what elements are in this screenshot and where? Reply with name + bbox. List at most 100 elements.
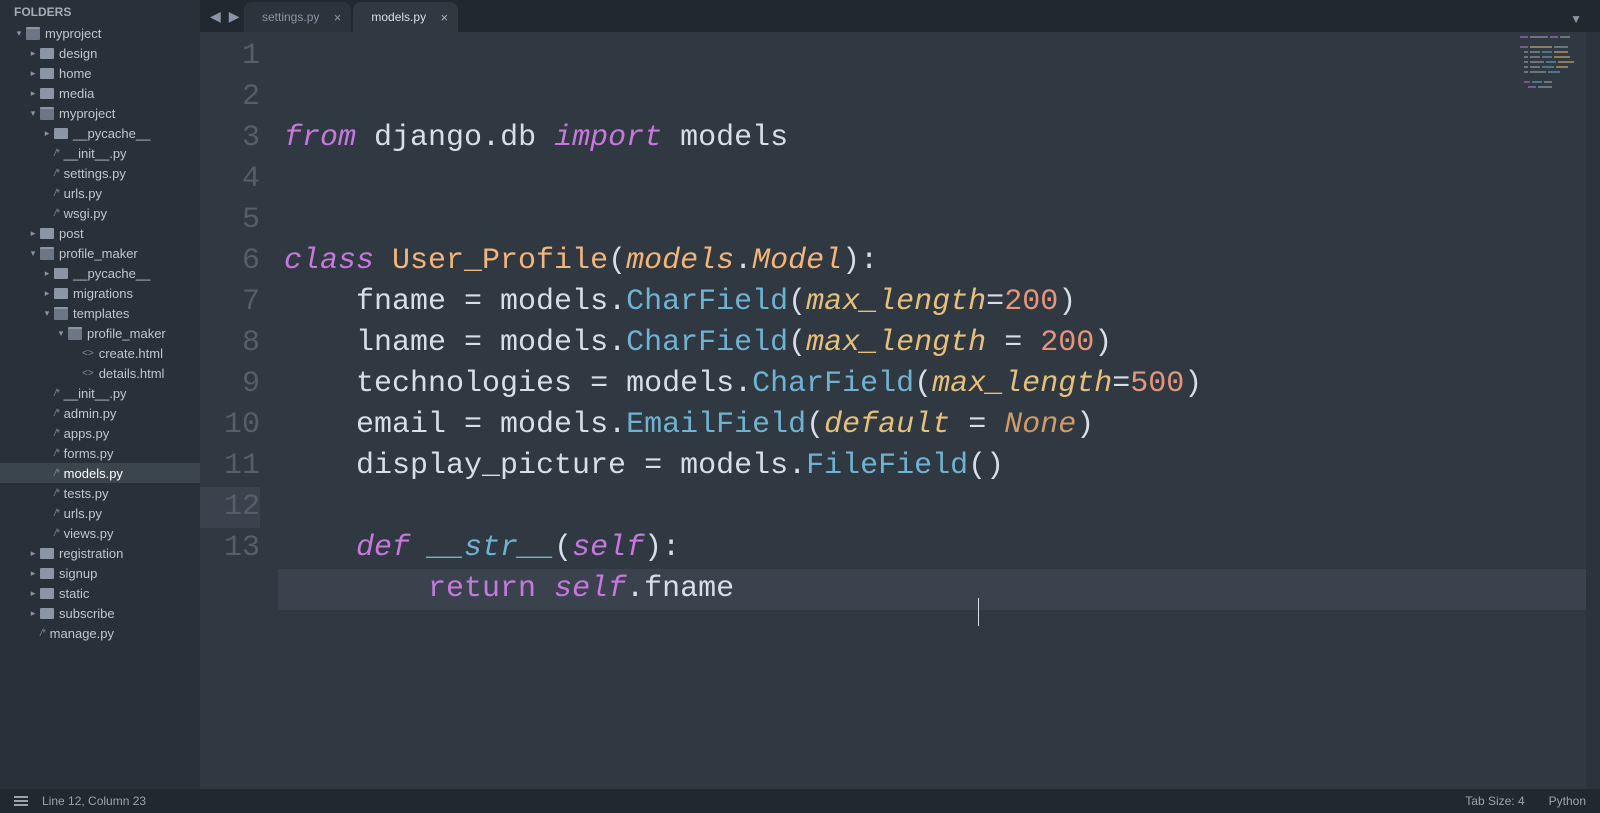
code-line[interactable]: def __str__(self):	[278, 528, 1586, 569]
tree-item---init---py[interactable]: /*__init__.py	[0, 143, 200, 163]
tree-item-profile-maker[interactable]: ▾profile_maker	[0, 323, 200, 343]
line-number[interactable]: 7	[200, 282, 260, 323]
vertical-scrollbar[interactable]	[1586, 32, 1600, 789]
tree-item-create-html[interactable]: <>create.html	[0, 343, 200, 363]
tree-item-myproject[interactable]: ▾myproject	[0, 103, 200, 123]
spacer-icon	[42, 208, 52, 218]
tree-item-signup[interactable]: ▸ signup	[0, 563, 200, 583]
chevron-right-icon[interactable]: ▸	[28, 68, 38, 78]
chevron-right-icon[interactable]: ▸	[28, 48, 38, 58]
chevron-down-icon[interactable]: ▾	[42, 308, 52, 318]
code-line[interactable]: display_picture = models.FileField()	[278, 446, 1586, 487]
menu-icon[interactable]	[14, 796, 28, 806]
code-line[interactable]: return self.fname	[278, 569, 1586, 610]
chevron-right-icon[interactable]: ▸	[42, 268, 52, 278]
tree-item-forms-py[interactable]: /*forms.py	[0, 443, 200, 463]
nav-back-icon[interactable]: ◀	[210, 8, 221, 25]
line-number[interactable]: 13	[200, 528, 260, 569]
line-number[interactable]: 2	[200, 77, 260, 118]
chevron-right-icon[interactable]: ▸	[28, 608, 38, 618]
tree-item-myproject[interactable]: ▾myproject	[0, 23, 200, 43]
python-file-icon: /*	[54, 408, 59, 419]
tree-item-label: __pycache__	[73, 126, 150, 141]
chevron-right-icon[interactable]: ▸	[42, 128, 52, 138]
line-number[interactable]: 6	[200, 241, 260, 282]
tree-item-details-html[interactable]: <>details.html	[0, 363, 200, 383]
line-number[interactable]: 10	[200, 405, 260, 446]
tree-item-design[interactable]: ▸design	[0, 43, 200, 63]
tree-item-wsgi-py[interactable]: /*wsgi.py	[0, 203, 200, 223]
code-line[interactable]	[278, 159, 1586, 200]
code-line[interactable]	[278, 610, 1586, 651]
tree-item-models-py[interactable]: /*models.py	[0, 463, 200, 483]
nav-forward-icon[interactable]: ▶	[229, 8, 240, 25]
tree-item-urls-py[interactable]: /*urls.py	[0, 183, 200, 203]
close-icon[interactable]: ×	[440, 10, 448, 25]
tree-item---init---py[interactable]: /*__init__.py	[0, 383, 200, 403]
tree-item-subscribe[interactable]: ▸subscribe	[0, 603, 200, 623]
tree-item-templates[interactable]: ▾templates	[0, 303, 200, 323]
line-number[interactable]: 12	[200, 487, 260, 528]
tree-item-label: signup	[59, 566, 97, 581]
tree-item-manage-py[interactable]: /*manage.py	[0, 623, 200, 643]
close-icon[interactable]: ×	[334, 10, 342, 25]
chevron-down-icon[interactable]: ▾	[28, 248, 38, 258]
tab-overflow-icon[interactable]: ▼	[1564, 6, 1588, 32]
tree-item-static[interactable]: ▸static	[0, 583, 200, 603]
chevron-right-icon[interactable]: ▸	[28, 228, 38, 238]
line-number[interactable]: 8	[200, 323, 260, 364]
code-line[interactable]: fname = models.CharField(max_length=200)	[278, 282, 1586, 323]
line-number[interactable]: 4	[200, 159, 260, 200]
line-number[interactable]: 11	[200, 446, 260, 487]
tree-item-settings-py[interactable]: /*settings.py	[0, 163, 200, 183]
tab-settings-py[interactable]: settings.py×	[244, 2, 351, 32]
tree-item-label: apps.py	[64, 426, 110, 441]
line-number[interactable]: 1	[200, 36, 260, 77]
chevron-down-icon[interactable]: ▾	[14, 28, 24, 38]
tree-item-registration[interactable]: ▸registration	[0, 543, 200, 563]
code-line[interactable]: class User_Profile(models.Model):	[278, 241, 1586, 282]
tree-item-views-py[interactable]: /*views.py	[0, 523, 200, 543]
chevron-right-icon[interactable]: ▸	[28, 568, 38, 578]
spacer-icon	[42, 488, 52, 498]
code-line[interactable]: technologies = models.CharField(max_leng…	[278, 364, 1586, 405]
editor-body: 12345678910111213 from django.db import …	[200, 32, 1600, 789]
chevron-right-icon[interactable]: ▸	[28, 548, 38, 558]
python-file-icon: /*	[54, 448, 59, 459]
code-line[interactable]: lname = models.CharField(max_length = 20…	[278, 323, 1586, 364]
code-line[interactable]: email = models.EmailField(default = None…	[278, 405, 1586, 446]
tree-item---pycache--[interactable]: ▸__pycache__	[0, 263, 200, 283]
folder-icon	[40, 228, 54, 239]
code-line[interactable]: from django.db import models	[278, 118, 1586, 159]
tree-item-media[interactable]: ▸media	[0, 83, 200, 103]
tree-item-home[interactable]: ▸home	[0, 63, 200, 83]
tree-item-admin-py[interactable]: /*admin.py	[0, 403, 200, 423]
status-language[interactable]: Python	[1549, 794, 1586, 808]
chevron-right-icon[interactable]: ▸	[28, 88, 38, 98]
tab-models-py[interactable]: models.py×	[353, 2, 458, 32]
folder-tree[interactable]: ▾myproject▸design▸home▸media▾myproject▸_…	[0, 23, 200, 789]
chevron-down-icon[interactable]: ▾	[28, 108, 38, 118]
tree-item-tests-py[interactable]: /*tests.py	[0, 483, 200, 503]
line-number[interactable]: 5	[200, 200, 260, 241]
tree-item-migrations[interactable]: ▸migrations	[0, 283, 200, 303]
tree-item-apps-py[interactable]: /*apps.py	[0, 423, 200, 443]
tree-item-post[interactable]: ▸post	[0, 223, 200, 243]
code-line[interactable]	[278, 487, 1586, 528]
line-number[interactable]: 3	[200, 118, 260, 159]
status-tab-size[interactable]: Tab Size: 4	[1465, 794, 1524, 808]
minimap[interactable]	[1520, 36, 1580, 88]
chevron-down-icon[interactable]: ▾	[56, 328, 66, 338]
python-file-icon: /*	[54, 528, 59, 539]
code-area[interactable]: from django.db import models class User_P…	[278, 32, 1586, 789]
python-file-icon: /*	[54, 388, 59, 399]
code-line[interactable]	[278, 200, 1586, 241]
chevron-right-icon[interactable]: ▸	[42, 288, 52, 298]
line-number-gutter[interactable]: 12345678910111213	[200, 32, 278, 789]
chevron-right-icon[interactable]: ▸	[28, 588, 38, 598]
tree-item-profile-maker[interactable]: ▾profile_maker	[0, 243, 200, 263]
status-position[interactable]: Line 12, Column 23	[42, 794, 146, 808]
tree-item---pycache--[interactable]: ▸ __pycache__	[0, 123, 200, 143]
line-number[interactable]: 9	[200, 364, 260, 405]
tree-item-urls-py[interactable]: /*urls.py	[0, 503, 200, 523]
